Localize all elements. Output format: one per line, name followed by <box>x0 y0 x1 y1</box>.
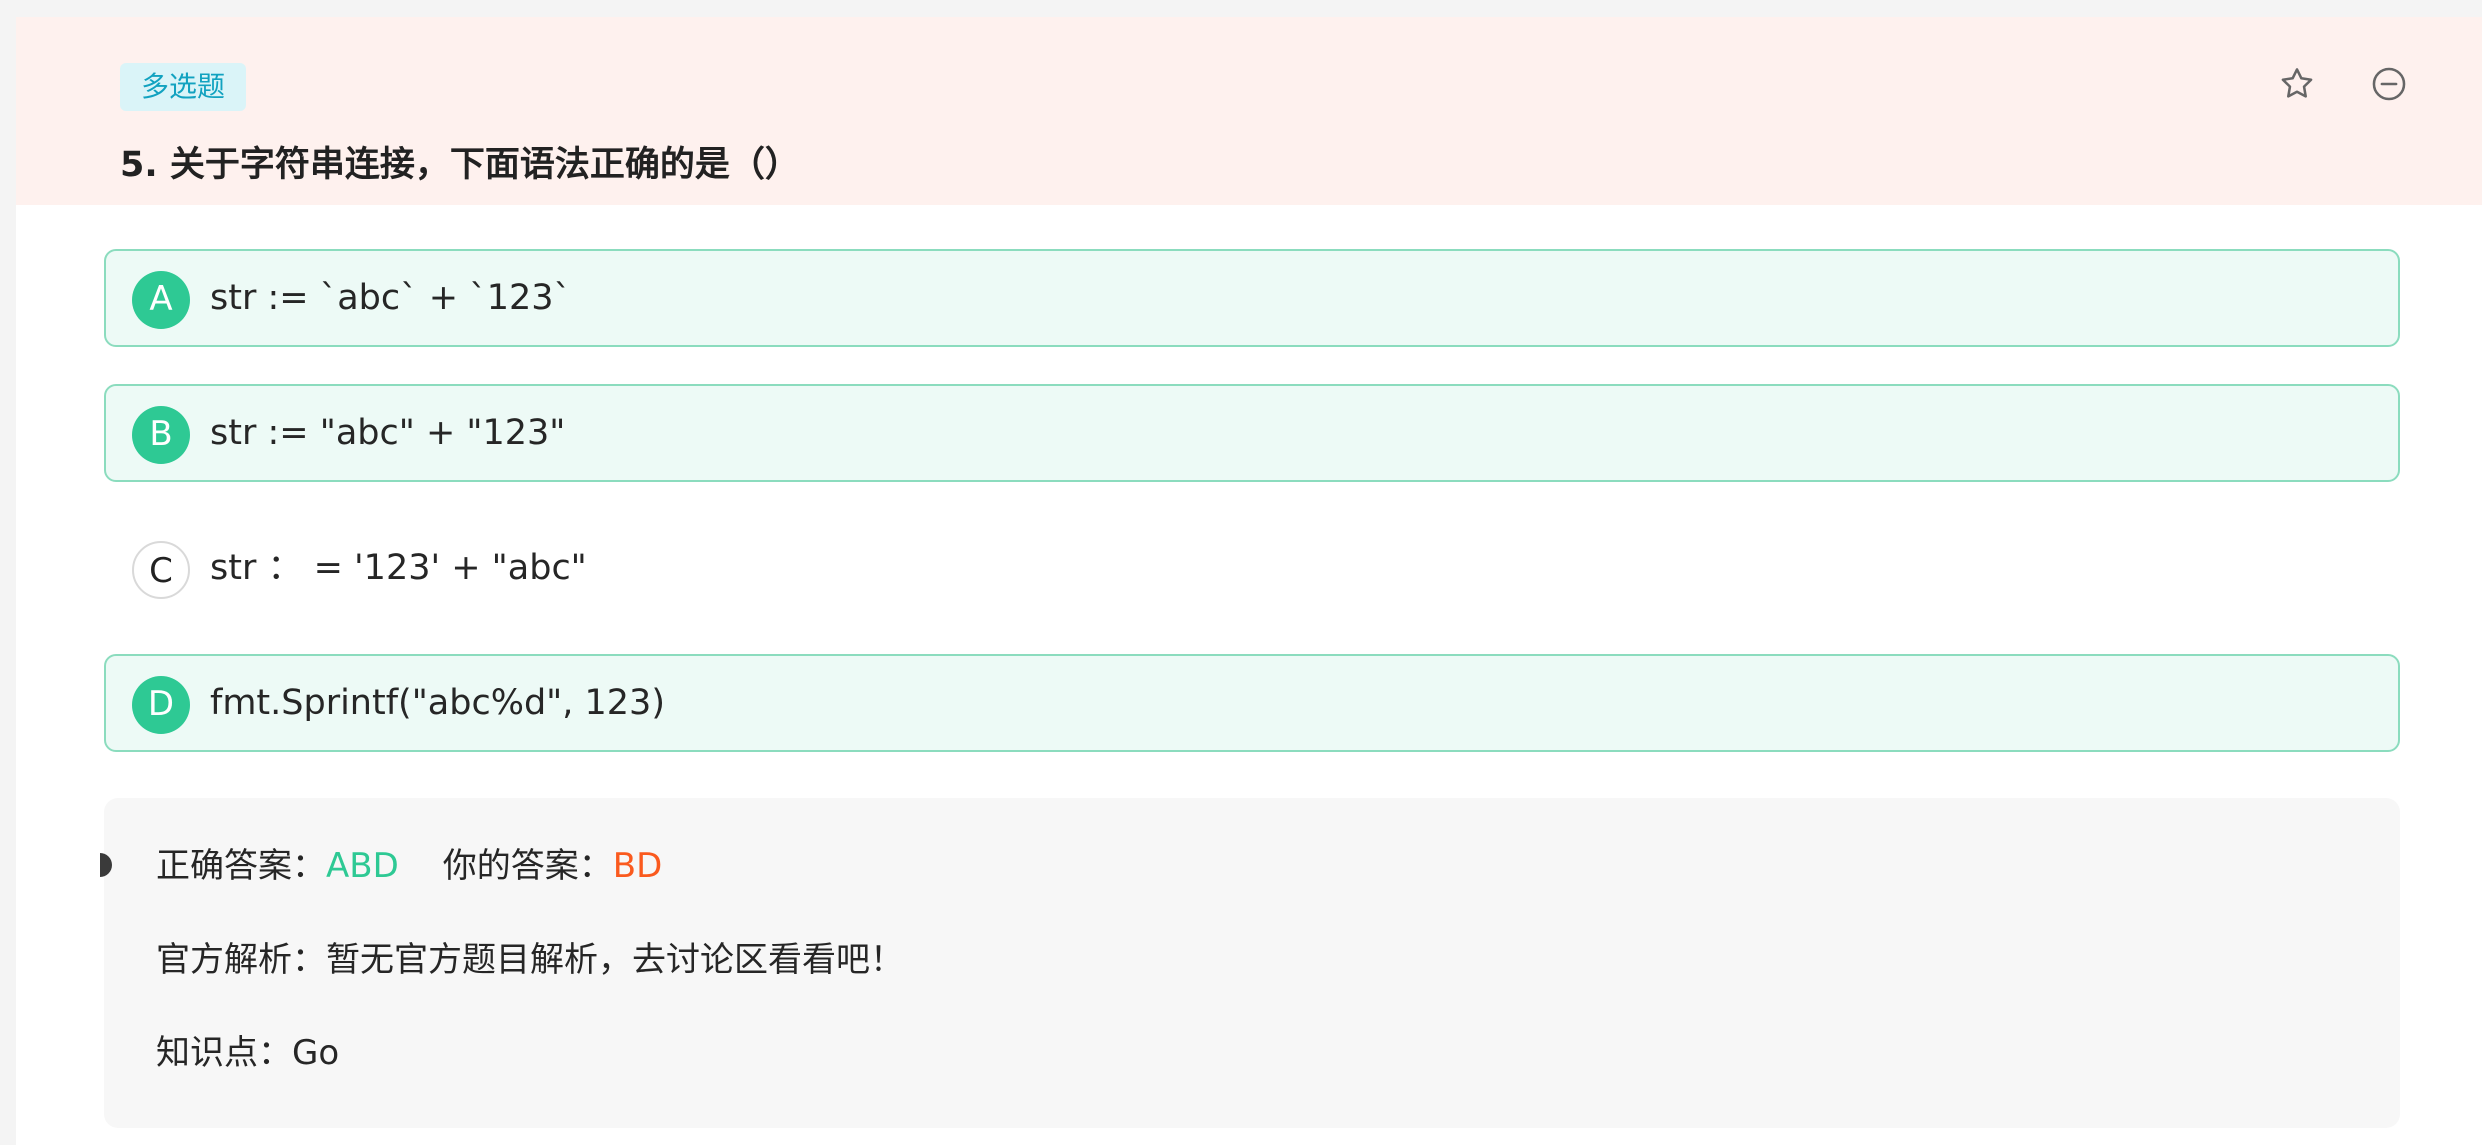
panel-marker <box>100 853 112 877</box>
your-answer-label: 你的答案： <box>442 846 613 886</box>
option-d-badge: D <box>132 676 190 734</box>
explanation-text: 暂无官方题目解析，去讨论区看看吧！ <box>326 940 904 980</box>
question-page: 多选题 5. 关于字符串连接，下面语法正确的是（） A str := `abc`… <box>0 0 2482 1145</box>
answer-analysis-panel: 正确答案：ABD 你的答案：BD 官方解析：暂无官方题目解析，去讨论区看看吧！ 知… <box>100 798 2400 1128</box>
knowledge-line: 知识点：Go <box>156 1030 339 1076</box>
question-text: 关于字符串连接，下面语法正确的是（） <box>169 145 800 185</box>
option-a[interactable]: A str := `abc` + `123` <box>104 249 2400 347</box>
star-icon <box>2278 65 2316 107</box>
question-number: 5. <box>120 145 158 185</box>
favorite-button[interactable] <box>2273 62 2321 110</box>
option-c[interactable]: C str ： = '123' + "abc" <box>104 519 2400 617</box>
option-b-text: str := "abc" + "123" <box>210 413 566 453</box>
question-header: 多选题 5. 关于字符串连接，下面语法正确的是（） <box>16 17 2482 205</box>
knowledge-label: 知识点： <box>156 1033 292 1073</box>
minus-circle-icon <box>2370 65 2408 107</box>
remove-button[interactable] <box>2365 62 2413 110</box>
option-d[interactable]: D fmt.Sprintf("abc%d", 123) <box>104 654 2400 752</box>
option-b-badge: B <box>132 406 190 464</box>
option-c-text: str ： = '123' + "abc" <box>210 548 587 588</box>
question-type-tag: 多选题 <box>120 63 246 111</box>
question-title: 5. 关于字符串连接，下面语法正确的是（） <box>120 139 800 191</box>
correct-answer-label: 正确答案： <box>156 846 326 886</box>
explanation-line: 官方解析：暂无官方题目解析，去讨论区看看吧！ <box>156 937 904 983</box>
explanation-label: 官方解析： <box>156 940 326 980</box>
top-gutter <box>0 0 2482 17</box>
your-answer-value: BD <box>612 846 663 886</box>
option-b[interactable]: B str := "abc" + "123" <box>104 384 2400 482</box>
option-a-text: str := `abc` + `123` <box>210 278 572 318</box>
answer-line: 正确答案：ABD 你的答案：BD <box>156 843 662 889</box>
option-d-text: fmt.Sprintf("abc%d", 123) <box>210 683 665 723</box>
option-a-badge: A <box>132 271 190 329</box>
knowledge-value: Go <box>292 1033 340 1073</box>
correct-answer-value: ABD <box>326 846 399 886</box>
option-c-badge: C <box>132 541 190 599</box>
left-gutter <box>0 0 16 1145</box>
